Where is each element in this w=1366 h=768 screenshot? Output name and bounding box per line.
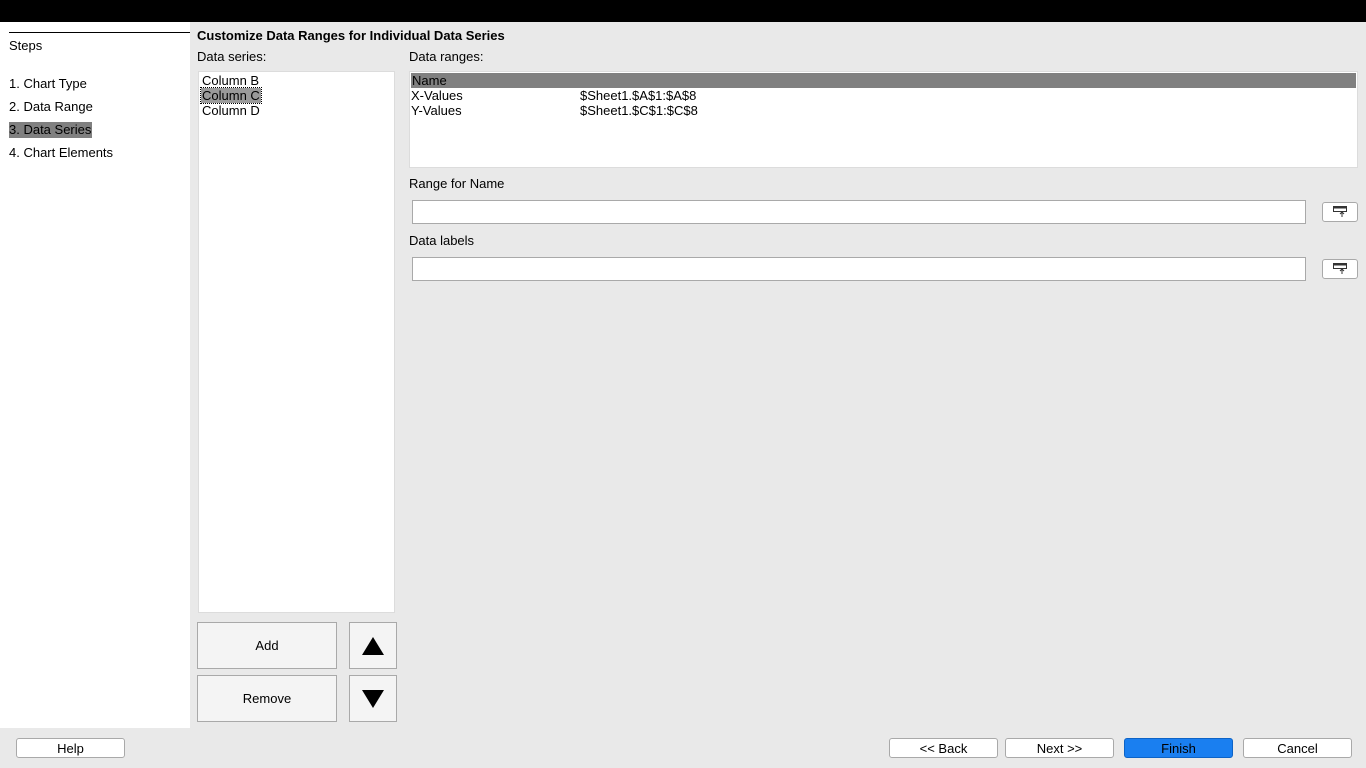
window-titlebar bbox=[0, 0, 1366, 22]
steps-divider bbox=[9, 32, 190, 33]
arrow-down-icon bbox=[362, 689, 384, 708]
remove-button[interactable]: Remove bbox=[197, 675, 337, 722]
data-labels-shrink-button[interactable] bbox=[1322, 259, 1358, 279]
series-item-column-d[interactable]: Column D bbox=[201, 103, 261, 118]
move-down-button[interactable] bbox=[349, 675, 397, 722]
table-row-role[interactable]: Y-Values bbox=[411, 103, 462, 118]
data-labels-label: Data labels bbox=[409, 233, 475, 248]
range-for-name-shrink-button[interactable] bbox=[1322, 202, 1358, 222]
step-chart-type[interactable]: 1. Chart Type bbox=[9, 76, 88, 92]
table-row-role[interactable]: X-Values bbox=[411, 88, 463, 103]
shrink-dialog-icon bbox=[1333, 206, 1347, 217]
data-series-label: Data series: bbox=[197, 49, 267, 64]
series-item-column-c[interactable]: Column C bbox=[200, 87, 262, 104]
range-for-name-label: Range for Name bbox=[409, 176, 505, 191]
move-up-button[interactable] bbox=[349, 622, 397, 669]
data-ranges-table[interactable]: Name X-Values $Sheet1.$A$1:$A$8 Y-Values… bbox=[409, 71, 1358, 168]
table-row-range[interactable]: $Sheet1.$C$1:$C$8 bbox=[580, 103, 698, 118]
shrink-dialog-icon bbox=[1333, 263, 1347, 274]
data-ranges-label: Data ranges: bbox=[409, 49, 484, 64]
step-data-range[interactable]: 2. Data Range bbox=[9, 99, 94, 115]
table-row-range[interactable]: $Sheet1.$A$1:$A$8 bbox=[580, 88, 696, 103]
back-button[interactable]: << Back bbox=[889, 738, 998, 758]
series-item-column-b[interactable]: Column B bbox=[201, 73, 260, 88]
table-header-name: Name bbox=[412, 73, 447, 88]
cancel-button[interactable]: Cancel bbox=[1243, 738, 1352, 758]
data-labels-input[interactable] bbox=[412, 257, 1306, 281]
data-series-list[interactable]: Column B Column C Column D bbox=[198, 71, 395, 613]
steps-title: Steps bbox=[9, 38, 43, 53]
arrow-up-icon bbox=[362, 636, 384, 655]
range-for-name-input[interactable] bbox=[412, 200, 1306, 224]
page-title: Customize Data Ranges for Individual Dat… bbox=[197, 28, 505, 43]
finish-button[interactable]: Finish bbox=[1124, 738, 1233, 758]
step-data-series[interactable]: 3. Data Series bbox=[9, 122, 93, 138]
next-button[interactable]: Next >> bbox=[1005, 738, 1114, 758]
steps-pane: Steps 1. Chart Type 2. Data Range 3. Dat… bbox=[0, 22, 190, 728]
add-button[interactable]: Add bbox=[197, 622, 337, 669]
table-header-row[interactable]: Name bbox=[411, 73, 1356, 88]
step-chart-elements[interactable]: 4. Chart Elements bbox=[9, 145, 114, 161]
help-button[interactable]: Help bbox=[16, 738, 125, 758]
